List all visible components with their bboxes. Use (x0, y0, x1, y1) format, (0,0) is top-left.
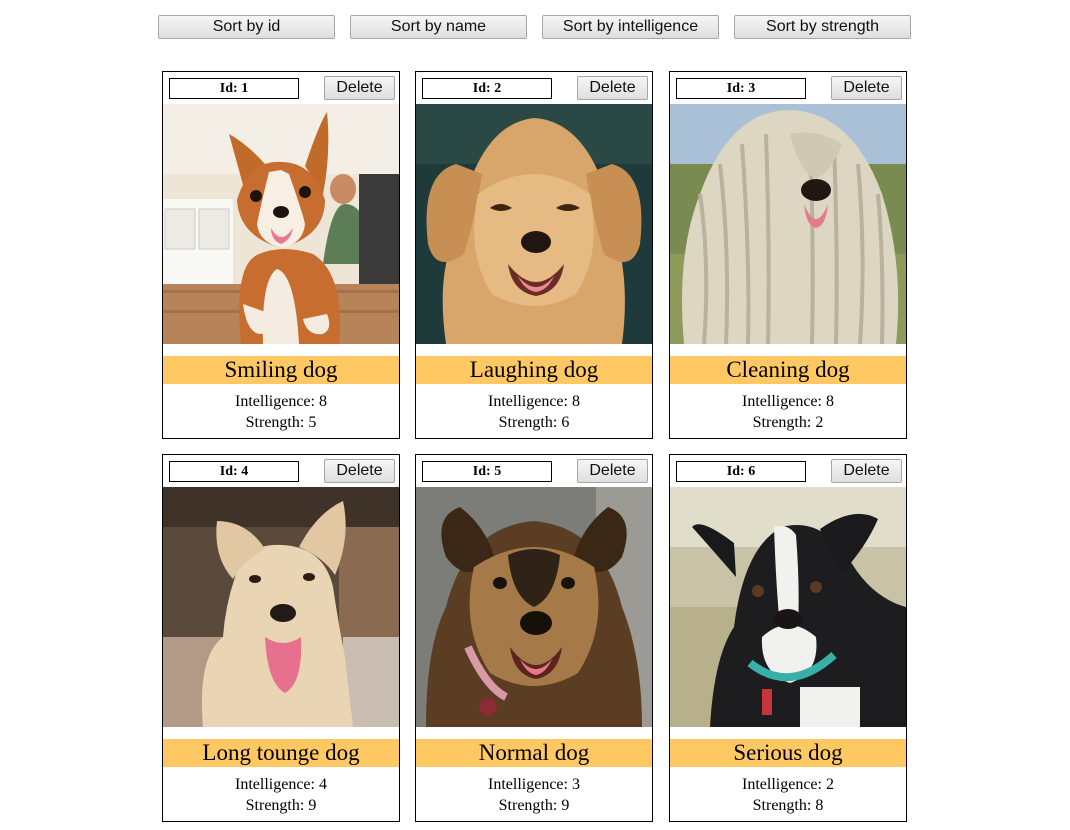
strength-text: Strength: 9 (245, 797, 317, 814)
dog-photo (670, 104, 906, 344)
strength-text: Strength: 5 (245, 414, 317, 431)
strength-text: Strength: 8 (752, 797, 824, 814)
intelligence-text: Intelligence: 8 (235, 393, 327, 410)
intelligence-text: Intelligence: 2 (742, 776, 834, 793)
strength-text: Strength: 2 (752, 414, 824, 431)
delete-button[interactable]: Delete (831, 459, 902, 483)
strength-text: Strength: 6 (498, 414, 570, 431)
dog-photo (670, 487, 906, 727)
dog-name: Laughing dog (416, 356, 652, 384)
intelligence-text: Intelligence: 8 (742, 393, 834, 410)
delete-button[interactable]: Delete (577, 76, 648, 100)
dog-name: Smiling dog (163, 356, 399, 384)
dog-photo (163, 487, 399, 727)
dog-id-label: Id: 5 (422, 461, 552, 482)
delete-button[interactable]: Delete (831, 76, 902, 100)
dog-name: Cleaning dog (670, 356, 906, 384)
dog-id-label: Id: 2 (422, 78, 552, 99)
dog-photo (416, 104, 652, 344)
dog-id-label: Id: 6 (676, 461, 806, 482)
intelligence-text: Intelligence: 3 (488, 776, 580, 793)
sort-by-name-button[interactable]: Sort by name (350, 15, 527, 39)
dog-card: Id: 6 Delete Serious dog Intelligence: 2… (669, 454, 907, 822)
dog-name: Long tounge dog (163, 739, 399, 767)
dog-card: Id: 3 Delete Cleaning dog Intelligence: … (669, 71, 907, 439)
dog-photo (163, 104, 399, 344)
intelligence-text: Intelligence: 8 (488, 393, 580, 410)
dog-card: Id: 1 Delete Smiling dog Intelligence: 8… (162, 71, 400, 439)
dog-photo (416, 487, 652, 727)
sort-toolbar: Sort by id Sort by name Sort by intellig… (158, 15, 911, 39)
delete-button[interactable]: Delete (324, 459, 395, 483)
intelligence-text: Intelligence: 4 (235, 776, 327, 793)
dog-card: Id: 2 Delete Laughing dog Intelligence: … (415, 71, 653, 439)
dog-id-label: Id: 3 (676, 78, 806, 99)
dog-name: Serious dog (670, 739, 906, 767)
dog-card: Id: 4 Delete Long tounge dog Intelligenc… (162, 454, 400, 822)
dog-card: Id: 5 Delete Normal dog Intelligence: 3 … (415, 454, 653, 822)
dog-id-label: Id: 4 (169, 461, 299, 482)
delete-button[interactable]: Delete (577, 459, 648, 483)
sort-by-id-button[interactable]: Sort by id (158, 15, 335, 39)
sort-by-intelligence-button[interactable]: Sort by intelligence (542, 15, 719, 39)
delete-button[interactable]: Delete (324, 76, 395, 100)
sort-by-strength-button[interactable]: Sort by strength (734, 15, 911, 39)
dog-name: Normal dog (416, 739, 652, 767)
strength-text: Strength: 9 (498, 797, 570, 814)
dog-id-label: Id: 1 (169, 78, 299, 99)
